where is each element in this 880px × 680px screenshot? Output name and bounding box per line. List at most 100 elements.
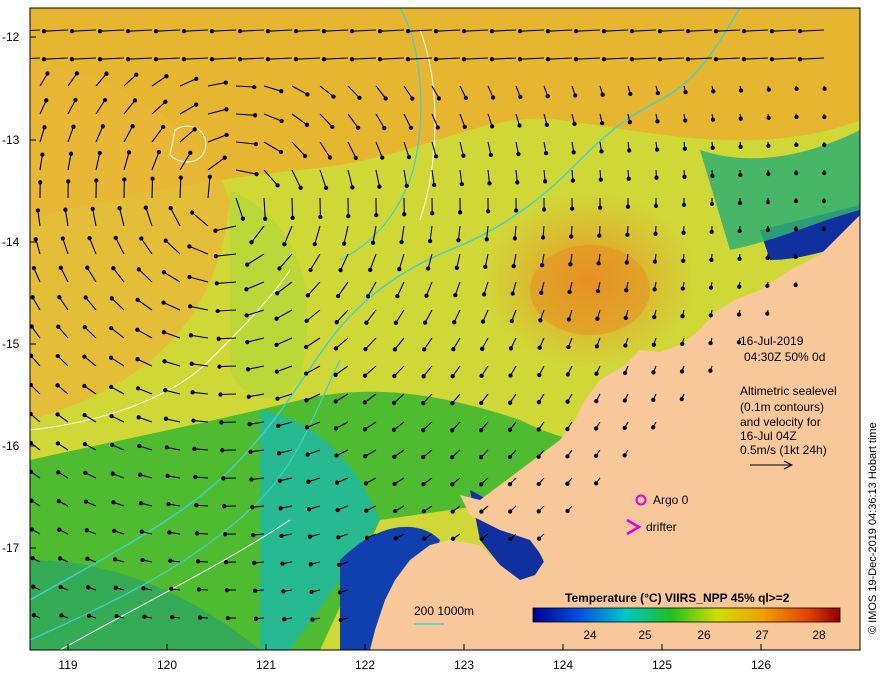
velocity-arrow-head xyxy=(134,72,139,77)
velocity-arrow-head xyxy=(421,400,426,406)
velocity-arrow-head xyxy=(336,535,341,540)
velocity-arrow-head xyxy=(362,400,368,405)
velocity-arrow-head xyxy=(58,584,63,590)
velocity-arrow-head xyxy=(452,320,457,325)
velocity-arrow-head xyxy=(462,124,467,130)
velocity-arrow-head xyxy=(153,29,159,34)
velocity-arrow-head xyxy=(629,29,635,34)
velocity-arrow-head xyxy=(223,80,228,85)
velocity-arrow-head xyxy=(622,453,627,458)
velocity-arrow-head xyxy=(357,95,362,101)
velocity-arrow-head xyxy=(209,29,215,34)
velocity-arrow-head xyxy=(487,181,492,186)
legend-argo-label: Argo 0 xyxy=(653,493,689,507)
velocity-arrow-head xyxy=(623,315,628,321)
velocity-arrow-head xyxy=(536,536,542,541)
velocity-arrow-head xyxy=(59,613,64,618)
velocity-arrow-head xyxy=(321,29,327,34)
velocity-arrow-head xyxy=(217,364,222,369)
velocity-arrow-head xyxy=(479,536,484,541)
velocity-arrow-head xyxy=(392,347,398,352)
lon-label: 124 xyxy=(552,658,574,672)
velocity-arrow-head xyxy=(163,388,168,393)
velocity-arrow-head xyxy=(421,374,426,379)
velocity-arrow-head xyxy=(404,183,409,189)
velocity-arrow-head xyxy=(163,416,169,421)
velocity-arrow-head xyxy=(220,448,225,453)
velocity-arrow-head xyxy=(138,501,144,506)
velocity-arrow-head xyxy=(488,152,494,158)
velocity-arrow-head xyxy=(69,29,75,34)
velocity-arrow-head xyxy=(765,283,770,288)
velocity-arrow-head xyxy=(651,342,656,347)
velocity-arrow-head xyxy=(766,143,771,149)
velocity-arrow-head xyxy=(539,290,544,295)
velocity-arrow-head xyxy=(453,292,458,298)
velocity-arrow-head xyxy=(331,94,336,99)
velocity-arrow-head xyxy=(537,345,542,350)
velocity-arrow-head xyxy=(364,320,369,325)
velocity-arrow-head xyxy=(395,293,400,299)
velocity-arrow-head xyxy=(74,71,80,76)
velocity-arrow-head xyxy=(349,57,355,62)
velocity-arrow-head xyxy=(254,171,259,177)
velocity-arrow-head xyxy=(139,529,144,534)
velocity-arrow-head xyxy=(797,57,803,62)
velocity-arrow-head xyxy=(82,354,87,359)
velocity-arrow-head xyxy=(349,29,355,34)
velocity-arrow-head xyxy=(544,122,550,127)
velocity-arrow-head xyxy=(275,291,280,296)
velocity-arrow-head xyxy=(355,125,361,130)
velocity-arrow-head xyxy=(109,413,114,419)
velocity-arrow-head xyxy=(274,369,280,374)
velocity-arrow-head xyxy=(793,226,799,232)
velocity-arrow-head xyxy=(507,482,513,487)
velocity-arrow-head xyxy=(685,57,691,62)
velocity-arrow-head xyxy=(622,425,627,431)
lat-label: -15 xyxy=(2,337,20,351)
velocity-arrow-head xyxy=(71,124,76,129)
velocity-arrow-head xyxy=(275,396,280,401)
velocity-arrow-head xyxy=(82,383,87,389)
velocity-arrow-head xyxy=(383,96,388,101)
velocity-arrow-head xyxy=(31,613,37,618)
velocity-arrow-head xyxy=(683,118,688,123)
velocity-arrow-head xyxy=(55,412,60,417)
velocity-arrow-head xyxy=(113,235,118,241)
velocity-arrow-head xyxy=(622,398,627,403)
velocity-arrow-head xyxy=(433,154,439,159)
velocity-arrow-head xyxy=(323,185,329,191)
velocity-arrow-head xyxy=(507,454,513,460)
velocity-arrow-head xyxy=(709,229,714,235)
velocity-arrow-head xyxy=(63,207,68,212)
velocity-arrow-head xyxy=(713,29,719,34)
velocity-arrow-head xyxy=(513,208,519,213)
velocity-arrow-head xyxy=(822,142,827,148)
velocity-arrow-head xyxy=(164,74,169,79)
velocity-arrow-head xyxy=(73,97,78,103)
velocity-arrow-head xyxy=(651,370,656,375)
velocity-arrow-head xyxy=(221,476,226,481)
velocity-arrow-head xyxy=(537,372,542,378)
velocity-arrow-head xyxy=(461,153,466,158)
velocity-arrow-head xyxy=(193,474,198,480)
velocity-arrow-head xyxy=(508,536,513,541)
velocity-arrow-head xyxy=(135,327,140,332)
velocity-arrow-head xyxy=(454,265,459,270)
velocity-arrow-head xyxy=(190,390,195,395)
velocity-arrow-head xyxy=(363,346,368,352)
velocity-arrow-head xyxy=(276,451,282,456)
velocity-arrow-head xyxy=(652,287,657,292)
legend-drifter-label: drifter xyxy=(646,520,677,534)
lat-label: -16 xyxy=(2,439,20,453)
velocity-arrow-head xyxy=(517,29,523,34)
velocity-arrow-head xyxy=(125,29,131,34)
velocity-arrow-head xyxy=(161,270,167,275)
velocity-arrow-head xyxy=(281,589,286,594)
velocity-arrow-head xyxy=(507,509,513,514)
velocity-arrow-head xyxy=(218,392,223,397)
velocity-arrow-head xyxy=(711,89,716,94)
velocity-arrow-head xyxy=(507,427,513,432)
velocity-arrow-head xyxy=(338,617,343,623)
velocity-arrow-head xyxy=(427,238,433,244)
